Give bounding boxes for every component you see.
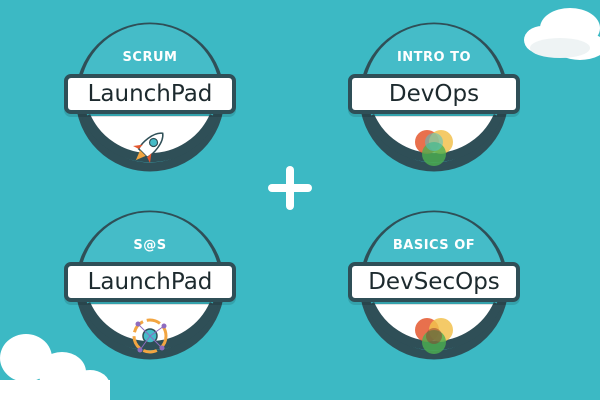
badge-intro-to-devops: INTRO TO DevOps — [334, 12, 534, 182]
badge-banner: DevSecOps — [348, 262, 520, 302]
badge-top-text: S@S — [133, 238, 167, 253]
badge-sas-launchpad: S@S LaunchPad — [50, 200, 250, 370]
badge-scrum-launchpad: SCRUM LaunchPad — [50, 12, 250, 182]
network-cycle-icon — [132, 318, 168, 354]
badge-basics-of-devsecops: BASICS OF DevSecOps — [334, 200, 534, 370]
badge-banner: LaunchPad — [64, 74, 236, 114]
badge-top-text: INTRO TO — [396, 50, 472, 65]
plus-icon — [268, 166, 312, 210]
badge-banner: LaunchPad — [64, 262, 236, 302]
overlapping-circles-icon — [415, 318, 453, 354]
badge-banner: DevOps — [348, 74, 520, 114]
rocket-icon — [133, 132, 164, 163]
badge-top-text: BASICS OF — [392, 238, 476, 253]
badge-title: LaunchPad — [87, 269, 213, 295]
badge-top-text: SCRUM — [122, 50, 178, 65]
badge-title: DevOps — [388, 81, 480, 107]
overlapping-circles-icon — [415, 130, 453, 166]
badge-collage: SCRUM LaunchPad INTRO TO DevOps S@S Laun… — [0, 0, 600, 400]
badge-title: DevSecOps — [368, 269, 500, 295]
badge-title: LaunchPad — [87, 81, 213, 107]
